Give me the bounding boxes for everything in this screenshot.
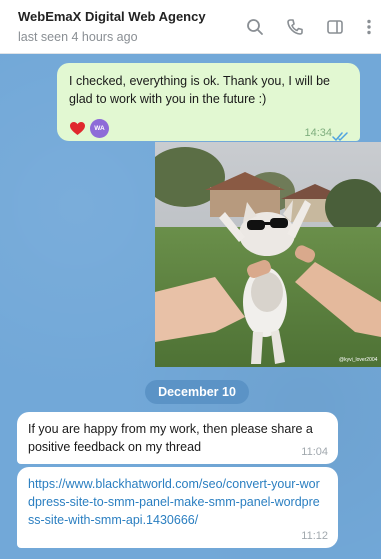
message-time: 11:04 bbox=[301, 446, 328, 458]
chat-area[interactable]: I checked, everything is ok. Thank you, … bbox=[0, 55, 381, 559]
chat-title[interactable]: WebEmaX Digital Web Agency bbox=[18, 9, 206, 24]
reactions[interactable]: WA bbox=[67, 119, 109, 138]
media-message[interactable]: @kyvi_lover2004 bbox=[155, 142, 381, 367]
media-image: @kyvi_lover2004 bbox=[155, 142, 381, 367]
message-text: If you are happy from my work, then plea… bbox=[28, 422, 313, 454]
more-icon[interactable] bbox=[359, 17, 379, 37]
media-watermark: @kyvi_lover2004 bbox=[339, 357, 378, 363]
phone-icon[interactable] bbox=[285, 17, 305, 37]
message-incoming[interactable]: If you are happy from my work, then plea… bbox=[17, 412, 338, 464]
message-incoming[interactable]: https://www.blackhatworld.com/seo/conver… bbox=[17, 467, 338, 548]
search-icon[interactable] bbox=[245, 17, 265, 37]
date-separator: December 10 bbox=[145, 380, 249, 404]
message-text: I checked, everything is ok. Thank you, … bbox=[69, 74, 331, 106]
message-link[interactable]: https://www.blackhatworld.com/seo/conver… bbox=[28, 475, 320, 529]
last-seen-status: last seen 4 hours ago bbox=[18, 30, 138, 44]
message-outgoing[interactable]: I checked, everything is ok. Thank you, … bbox=[57, 63, 360, 141]
sidebar-icon[interactable] bbox=[325, 17, 345, 37]
message-time: 14:34 bbox=[304, 127, 332, 139]
heart-icon[interactable] bbox=[67, 120, 87, 138]
message-time: 11:12 bbox=[301, 530, 328, 542]
chat-header: WebEmaX Digital Web Agency last seen 4 h… bbox=[0, 0, 381, 54]
reaction-avatar: WA bbox=[90, 119, 109, 138]
